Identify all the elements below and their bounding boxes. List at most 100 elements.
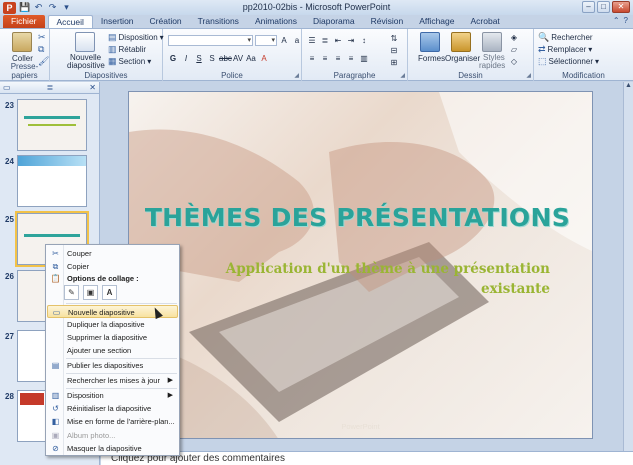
menu-item-add-section[interactable]: Ajouter une section [47,344,178,357]
font-size-combo[interactable] [255,35,277,46]
arrange-button[interactable]: Organiser [445,54,480,63]
numbering-icon[interactable]: ≣ [319,35,331,46]
grow-font-icon[interactable]: A [278,35,290,46]
menu-item-delete-slide[interactable]: Supprimer la diapositive [47,331,178,344]
title-bar: P 💾 ↶ ↷ ▾ pp2010-02bis - Microsoft Power… [0,0,633,15]
menu-item-check-updates[interactable]: Rechercher les mises à jour ▶ [47,374,178,387]
new-slide-icon[interactable] [75,32,95,52]
reset-button[interactable]: ▥ Rétablir [108,44,146,54]
section-icon: ▦ [108,56,117,66]
paragraph-launcher-icon[interactable]: ◢ [400,72,405,79]
text-direction-icon[interactable]: ⇅ [388,33,400,44]
replace-icon: ⇄ [538,44,546,54]
customize-qat-icon[interactable]: ▾ [61,2,72,13]
slide-number: 25 [5,215,14,224]
font-launcher-icon[interactable]: ◢ [294,72,299,79]
new-slide-label-2[interactable]: diapositive [67,61,105,70]
tab-insertion[interactable]: Insertion [93,15,142,28]
find-button[interactable]: 🔍 Rechercher [538,32,593,42]
close-button[interactable]: ✕ [612,1,630,13]
font-name-combo[interactable] [168,35,253,46]
menu-item-duplicate-slide[interactable]: Dupliquer la diapositive [47,318,178,331]
case-icon[interactable]: Aa [245,53,257,64]
section-button[interactable]: ▦ Section ▾ [108,56,151,66]
align-right-icon[interactable]: ≡ [332,53,344,64]
bullets-icon[interactable]: ☰ [306,35,318,46]
menu-item-layout[interactable]: ▥ Disposition ▶ [47,389,178,402]
tab-accueil[interactable]: Accueil [47,15,93,28]
vertical-scrollbar[interactable]: ▲ [623,82,633,451]
menu-item-photo-album: ▣ Album photo... [51,431,116,440]
powerpoint-logo-icon[interactable]: P [3,1,16,14]
save-icon[interactable]: 💾 [19,2,30,13]
tab-acrobat[interactable]: Acrobat [462,15,507,28]
menu-item-hide-slide[interactable]: ⊘ Masquer la diapositive [47,442,178,455]
spacing-icon[interactable]: AV [232,53,244,64]
notes-pane[interactable]: Cliquez pour ajouter des commentaires [101,451,633,465]
underline-icon[interactable]: S [193,53,205,64]
justify-icon[interactable]: ≡ [345,53,357,64]
menu-item-format-background[interactable]: ◧ Mise en forme de l'arrière-plan... [47,415,178,428]
tab-affichage[interactable]: Affichage [411,15,462,28]
replace-button[interactable]: ⇄ Remplacer ▾ [538,44,592,54]
menu-item-publish-slides[interactable]: ▤ Publier les diapositives [47,359,178,372]
group-label-slides: Diapositives [84,71,128,80]
italic-icon[interactable]: I [180,53,192,64]
scroll-up-icon[interactable]: ▲ [624,82,633,89]
slide-thumbnail-24[interactable]: 24 [3,155,97,210]
shape-outline-icon[interactable]: ▱ [508,44,520,55]
tab-diaporama[interactable]: Diaporama [305,15,363,28]
redo-icon[interactable]: ↷ [47,2,58,13]
align-left-icon[interactable]: ≡ [306,53,318,64]
slide-thumbnail-23[interactable]: 23 [3,99,97,154]
quick-styles-label-2[interactable]: rapides [479,61,505,70]
tab-transitions[interactable]: Transitions [190,15,247,28]
align-text-icon[interactable]: ⊟ [388,45,400,56]
slide-subtitle[interactable]: Application d'un thème à une présentatio… [189,259,550,299]
paste-keep-source-icon[interactable]: ▣ [83,285,98,300]
font-color-icon[interactable]: A [258,53,270,64]
tab-revision[interactable]: Révision [363,15,412,28]
tab-animations[interactable]: Animations [247,15,305,28]
close-panel-icon[interactable]: ✕ [89,83,96,92]
font-group: A a G I S S abc AV Aa A Police ◢ [163,29,302,81]
quick-styles-icon[interactable] [482,32,502,52]
slide-title[interactable]: THÈMES DES PRÉSENTATIONS [129,203,570,232]
shapes-icon[interactable] [420,32,440,52]
drawing-launcher-icon[interactable]: ◢ [526,72,531,79]
maximize-button[interactable]: □ [597,1,610,13]
minimize-ribbon-icon[interactable]: ⌃ [613,16,620,25]
undo-icon[interactable]: ↶ [33,2,44,13]
shape-effects-icon[interactable]: ◇ [508,56,520,67]
cut-icon[interactable]: ✂ [38,32,46,42]
copy-icon[interactable]: ⧉ [38,44,44,54]
line-spacing-icon[interactable]: ↕ [358,35,370,46]
select-button[interactable]: ⬚ Sélectionner ▾ [538,56,599,66]
increase-indent-icon[interactable]: ⇥ [345,35,357,46]
shapes-button[interactable]: Formes [418,54,445,63]
paste-destination-theme-icon[interactable]: ✎ [64,285,79,300]
slide-number: 27 [5,332,14,341]
arrange-icon[interactable] [451,32,471,52]
layout-button[interactable]: ▤ Disposition ▾ [108,32,164,42]
slides-tab-icon[interactable]: ▭ [3,83,11,92]
decrease-indent-icon[interactable]: ⇤ [332,35,344,46]
minimize-button[interactable]: – [582,1,595,13]
columns-icon[interactable]: ▥ [358,53,370,64]
menu-item-reset-slide[interactable]: ↺ Réinitialiser la diapositive [47,402,178,415]
tab-creation[interactable]: Création [142,15,190,28]
help-icon[interactable]: ? [624,16,628,25]
menu-item-cut[interactable]: ✂ Couper [47,247,178,260]
tab-fichier[interactable]: Fichier [3,15,45,28]
bold-icon[interactable]: G [167,53,179,64]
smartart-icon[interactable]: ⊞ [388,57,400,68]
current-slide[interactable]: THÈMES DES PRÉSENTATIONS Application d'u… [128,91,593,439]
layout-icon: ▥ [51,391,60,400]
align-center-icon[interactable]: ≡ [319,53,331,64]
shape-fill-icon[interactable]: ◈ [508,32,520,43]
outline-tab-icon[interactable]: ≣ [47,83,54,92]
strikethrough-icon[interactable]: abc [219,53,232,64]
shadow-icon[interactable]: S [206,53,218,64]
paste-icon[interactable] [12,32,32,52]
paste-text-only-icon[interactable]: A [102,285,117,300]
